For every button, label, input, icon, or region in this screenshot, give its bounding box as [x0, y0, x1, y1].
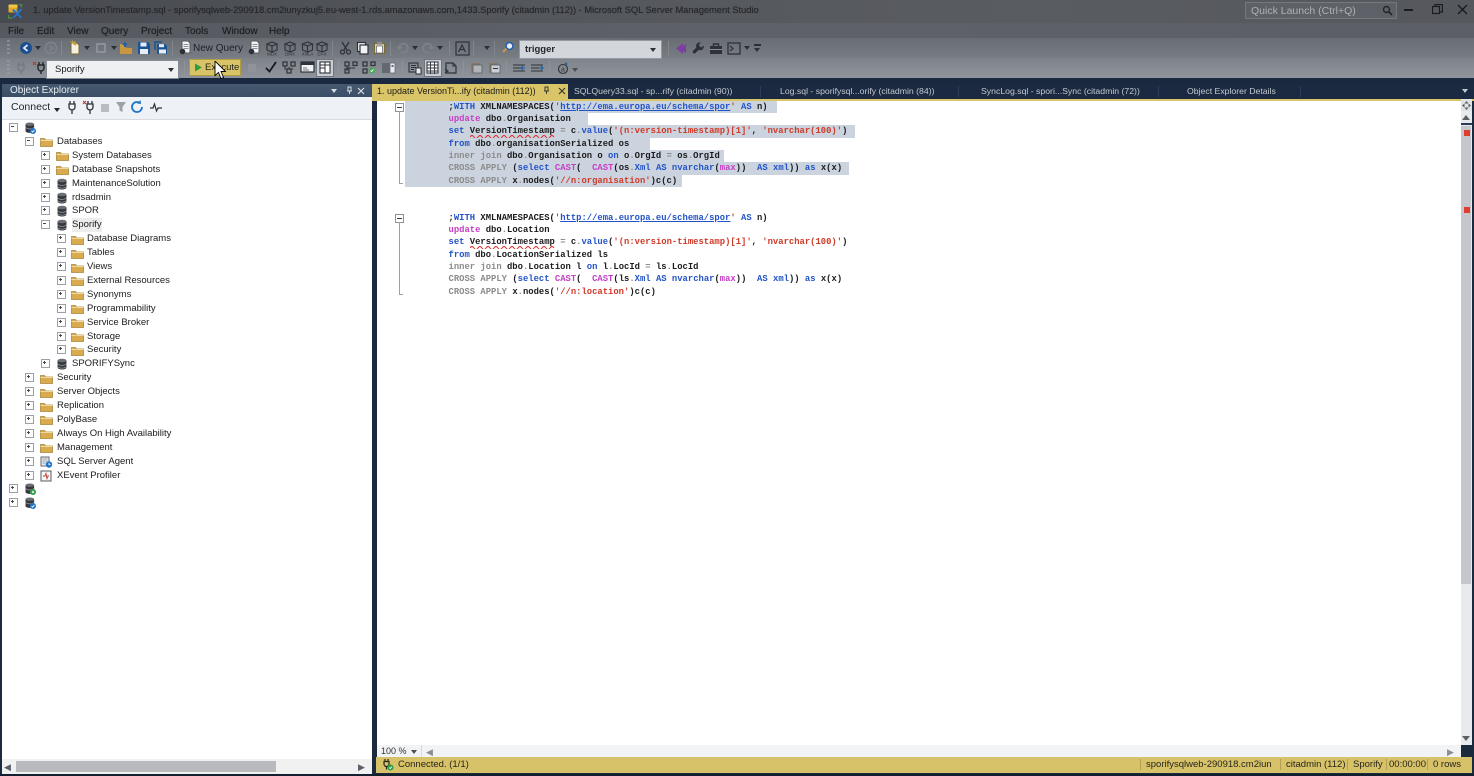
svg-text:XMLA: XMLA [302, 52, 314, 57]
svg-text:DMX: DMX [285, 52, 295, 57]
svg-text:a: a [561, 67, 565, 75]
svg-text:DAX: DAX [317, 52, 326, 57]
svg-text:MDX: MDX [267, 52, 277, 57]
